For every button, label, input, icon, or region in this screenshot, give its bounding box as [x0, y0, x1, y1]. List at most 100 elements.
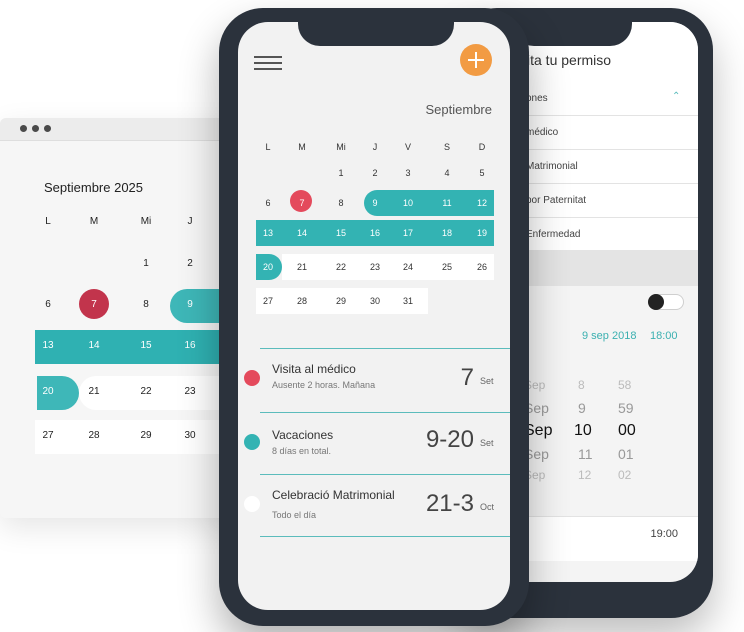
day-cell[interactable]: 4: [434, 168, 460, 178]
event-month: Set: [480, 376, 494, 386]
day-cell[interactable]: 19: [469, 228, 495, 238]
day-cell[interactable]: 11: [434, 198, 460, 208]
weekday-label: D: [478, 142, 486, 152]
event-subtitle: Ausente 2 horas. Mañana: [272, 380, 376, 390]
window-dot-icon[interactable]: [44, 125, 51, 132]
day-cell[interactable]: 27: [255, 296, 281, 306]
day-cell[interactable]: 17: [395, 228, 421, 238]
picker-hour[interactable]: 9: [578, 400, 586, 416]
back-phone-screen: cita tu permiso ones ⌃ médico Matrimonia…: [512, 22, 698, 582]
permission-option[interactable]: Enfermedad: [512, 218, 698, 252]
picker-minute-selected[interactable]: 00: [618, 422, 636, 440]
weekday-label: J: [187, 216, 193, 227]
start-time[interactable]: 18:00: [650, 330, 678, 342]
add-button[interactable]: [460, 44, 492, 76]
day-cell[interactable]: 2: [175, 258, 205, 269]
day-cell[interactable]: 7: [79, 299, 109, 310]
event-title: Celebració Matrimonial: [272, 488, 395, 502]
day-cell[interactable]: 29: [131, 430, 161, 441]
weekday-label: L: [45, 216, 51, 227]
day-cell[interactable]: 16: [362, 228, 388, 238]
day-cell[interactable]: 1: [131, 258, 161, 269]
window-dot-icon[interactable]: [32, 125, 39, 132]
section-divider: [512, 250, 698, 286]
day-cell[interactable]: 22: [131, 386, 161, 397]
permission-option[interactable]: por Paternitat: [512, 184, 698, 218]
picker-hour[interactable]: 11: [578, 446, 593, 462]
day-cell[interactable]: 8: [131, 299, 161, 310]
day-cell[interactable]: 25: [434, 262, 460, 272]
back-phone-notch: [512, 8, 632, 46]
day-cell[interactable]: 9: [175, 299, 205, 310]
picker-hour[interactable]: 8: [578, 378, 585, 392]
day-cell[interactable]: 7: [289, 198, 315, 208]
front-phone-screen: Septiembre L M Mi J V S D 1 2 3 4 5 6 7 …: [238, 22, 510, 610]
day-cell[interactable]: 9: [362, 198, 388, 208]
divider: [260, 536, 510, 537]
day-cell[interactable]: 13: [255, 228, 281, 238]
day-cell[interactable]: 1: [328, 168, 354, 178]
day-cell[interactable]: 3: [395, 168, 421, 178]
day-cell[interactable]: 14: [289, 228, 315, 238]
day-cell[interactable]: 5: [469, 168, 495, 178]
day-cell[interactable]: 13: [33, 340, 63, 351]
day-cell[interactable]: 22: [328, 262, 354, 272]
day-cell[interactable]: 8: [328, 198, 354, 208]
picker-minute[interactable]: 58: [618, 378, 631, 392]
day-cell[interactable]: 23: [362, 262, 388, 272]
event-title: Visita al médico: [272, 362, 356, 376]
day-cell[interactable]: 24: [395, 262, 421, 272]
day-cell[interactable]: 21: [79, 386, 109, 397]
day-cell[interactable]: 16: [175, 340, 205, 351]
dropdown-section[interactable]: ones ⌃: [512, 82, 698, 116]
front-phone-notch: [298, 8, 454, 46]
day-cell[interactable]: 29: [328, 296, 354, 306]
day-cell[interactable]: 21: [289, 262, 315, 272]
day-cell[interactable]: 10: [395, 198, 421, 208]
event-subtitle: 8 días en total.: [272, 446, 332, 456]
day-cell[interactable]: 2: [362, 168, 388, 178]
picker-hour-selected[interactable]: 10: [574, 422, 592, 440]
permission-option[interactable]: Matrimonial: [512, 150, 698, 184]
day-cell[interactable]: 30: [362, 296, 388, 306]
day-cell[interactable]: 27: [33, 430, 63, 441]
day-cell[interactable]: 20: [255, 262, 281, 272]
start-date[interactable]: 9 sep 2018: [582, 330, 636, 342]
event-color-dot: [244, 370, 260, 386]
end-time[interactable]: 19:00: [650, 528, 678, 540]
event-day: 7: [460, 364, 474, 391]
event-subtitle: Todo el día: [272, 510, 317, 520]
event-month: Set: [480, 438, 494, 448]
all-day-toggle[interactable]: [648, 294, 684, 310]
day-cell[interactable]: 12: [469, 198, 495, 208]
day-cell[interactable]: 23: [175, 386, 205, 397]
day-cell[interactable]: 15: [328, 228, 354, 238]
day-cell[interactable]: 6: [33, 299, 63, 310]
weekday-label: Mi: [336, 142, 346, 152]
day-cell[interactable]: 31: [395, 296, 421, 306]
weekday-label: M: [298, 142, 306, 152]
day-cell[interactable]: 26: [469, 262, 495, 272]
screen-title: cita tu permiso: [520, 52, 612, 68]
day-cell[interactable]: 28: [79, 430, 109, 441]
divider: [260, 474, 510, 475]
picker-minute[interactable]: 01: [618, 446, 634, 462]
day-cell[interactable]: 15: [131, 340, 161, 351]
picker-hour[interactable]: 12: [578, 468, 591, 482]
section-label: ones: [526, 93, 548, 104]
day-cell[interactable]: 18: [434, 228, 460, 238]
day-cell[interactable]: 28: [289, 296, 315, 306]
option-label: Matrimonial: [526, 161, 578, 172]
window-dot-icon[interactable]: [20, 125, 27, 132]
divider: [260, 348, 510, 349]
menu-icon[interactable]: [254, 56, 282, 70]
day-cell[interactable]: 20: [33, 386, 63, 397]
day-cell[interactable]: 14: [79, 340, 109, 351]
day-cell[interactable]: 6: [255, 198, 281, 208]
permission-option[interactable]: médico: [512, 116, 698, 150]
picker-minute[interactable]: 02: [618, 468, 631, 482]
day-cell[interactable]: 30: [175, 430, 205, 441]
event-day: 9-20: [425, 426, 474, 453]
picker-minute[interactable]: 59: [618, 400, 634, 416]
event-month: Oct: [480, 502, 495, 512]
